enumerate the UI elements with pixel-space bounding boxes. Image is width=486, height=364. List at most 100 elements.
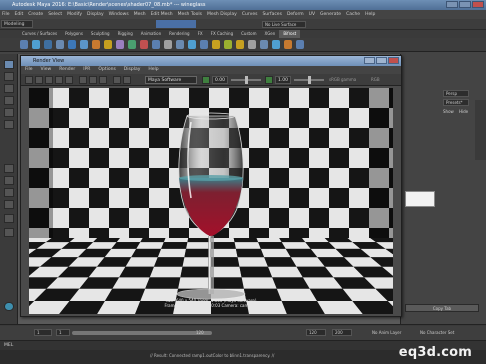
shelf-tool-icon[interactable] — [116, 40, 124, 49]
animation-end-field[interactable]: 200 — [332, 329, 352, 336]
exposure-slider[interactable] — [231, 76, 261, 84]
shelf-tool-icon[interactable] — [44, 40, 52, 49]
shelf-tab-animation[interactable]: Animation — [137, 30, 165, 38]
show-label[interactable]: Show — [443, 108, 457, 115]
shelf-tab-fx-caching[interactable]: FX Caching — [207, 30, 237, 38]
layout-outliner-icon[interactable] — [4, 200, 14, 209]
maximize-button[interactable] — [459, 1, 471, 8]
minimize-button[interactable] — [446, 1, 458, 8]
rotate-tool-icon[interactable] — [4, 108, 14, 117]
shelf-tool-icon[interactable] — [68, 40, 76, 49]
renderer-dropdown[interactable]: Maya Software — [145, 76, 197, 84]
persp-field[interactable]: Persp — [443, 90, 469, 97]
help-orb-icon[interactable] — [4, 302, 14, 311]
live-surface-field[interactable]: No Live Surface — [262, 21, 306, 28]
menu-uv[interactable]: UV — [309, 10, 315, 19]
menu-mesh[interactable]: Mesh — [134, 10, 146, 19]
shelf-tool-icon[interactable] — [140, 40, 148, 49]
shelf-tool-icon[interactable] — [32, 40, 40, 49]
shelf-tool-icon[interactable] — [212, 40, 220, 49]
menu-help[interactable]: Help — [365, 10, 375, 19]
menu-select[interactable]: Select — [48, 10, 62, 19]
shelf-tab-curves-surfaces[interactable]: Curves / Surfaces — [18, 30, 61, 38]
layout-four-icon[interactable] — [4, 176, 14, 185]
view-transform-label[interactable]: sRGB gamma — [329, 76, 363, 84]
color-management-icon[interactable] — [202, 76, 210, 84]
rv-menu-help[interactable]: Help — [148, 66, 158, 74]
rv-menu-view[interactable]: View — [41, 66, 52, 74]
character-set-field[interactable]: No Character Set — [420, 329, 470, 336]
rv-menu-options[interactable]: Options — [98, 66, 115, 74]
shelf-tool-icon[interactable] — [260, 40, 268, 49]
playback-end-field[interactable]: 120 — [306, 329, 326, 336]
layout-single-icon[interactable] — [4, 164, 14, 173]
shelf-tab-fx[interactable]: FX — [194, 30, 207, 38]
shelf-tab-rigging[interactable]: Rigging — [114, 30, 137, 38]
shelf-tab-custom[interactable]: Custom — [237, 30, 260, 38]
shelf-tool-icon[interactable] — [20, 40, 28, 49]
shelf-tool-icon[interactable] — [80, 40, 88, 49]
lasso-tool-icon[interactable] — [4, 72, 14, 81]
menu-cache[interactable]: Cache — [346, 10, 360, 19]
frame-type-label[interactable]: RGB — [371, 76, 397, 84]
shelf-tool-icon[interactable] — [188, 40, 196, 49]
menu-curves[interactable]: Curves — [242, 10, 258, 19]
menu-display[interactable]: Display — [87, 10, 104, 19]
menu-mesh-tools[interactable]: Mesh Tools — [178, 10, 202, 19]
shelf-tool-icon[interactable] — [128, 40, 136, 49]
remove-image-icon[interactable] — [123, 76, 131, 84]
rv-menu-display[interactable]: Display — [124, 66, 141, 74]
menu-deform[interactable]: Deform — [287, 10, 304, 19]
shelf-tool-icon[interactable] — [248, 40, 256, 49]
presets-button[interactable]: Presets* — [443, 99, 469, 106]
rv-menu-ipr[interactable]: IPR — [83, 66, 90, 74]
scale-tool-icon[interactable] — [4, 120, 14, 129]
refresh-ipr-icon[interactable] — [65, 76, 73, 84]
shelf-tool-icon[interactable] — [176, 40, 184, 49]
menu-surfaces[interactable]: Surfaces — [262, 10, 282, 19]
real-size-icon[interactable] — [99, 76, 107, 84]
close-button[interactable] — [472, 1, 484, 8]
shelf-tool-icon[interactable] — [92, 40, 100, 49]
hide-label[interactable]: Hide — [459, 108, 473, 115]
shelf-tool-icon[interactable] — [200, 40, 208, 49]
attribute-editor-tab[interactable] — [475, 100, 486, 160]
snapshot-icon[interactable] — [45, 76, 53, 84]
shelf-tool-icon[interactable] — [236, 40, 244, 49]
menu-mesh-display[interactable]: Mesh Display — [207, 10, 237, 19]
rv-menu-file[interactable]: File — [25, 66, 33, 74]
start-frame-field[interactable]: 1 — [34, 329, 52, 336]
menu-modify[interactable]: Modify — [67, 10, 82, 19]
ipr-render-icon[interactable] — [55, 76, 63, 84]
select-tool-icon[interactable] — [4, 60, 14, 69]
playback-start-field[interactable]: 1 — [56, 329, 70, 336]
shelf-tool-icon[interactable] — [272, 40, 280, 49]
anim-layer-field[interactable]: No Anim Layer — [372, 329, 412, 336]
shelf-tab-sculpting[interactable]: Sculpting — [87, 30, 114, 38]
gamma-field[interactable]: 1.00 — [275, 76, 291, 84]
render-image[interactable]: size: 640 x 540 zoom: 1.000 (Maya Softwa… — [29, 88, 393, 314]
mode-dropdown[interactable]: Modeling — [1, 20, 33, 28]
menu-generate[interactable]: Generate — [320, 10, 341, 19]
shelf-tool-icon[interactable] — [224, 40, 232, 49]
redo-render-icon[interactable] — [25, 76, 33, 84]
keep-image-icon[interactable] — [113, 76, 121, 84]
mel-label[interactable]: MEL — [4, 343, 13, 348]
rgb-channels-icon[interactable] — [79, 76, 87, 84]
rv-maximize-button[interactable] — [376, 57, 387, 64]
menu-windows[interactable]: Windows — [109, 10, 129, 19]
shelf-tool-icon[interactable] — [296, 40, 304, 49]
move-tool-icon[interactable] — [4, 96, 14, 105]
shelf-tab-rendering[interactable]: Rendering — [165, 30, 193, 38]
layout-script-icon[interactable] — [4, 228, 14, 237]
layout-graph-icon[interactable] — [4, 214, 14, 223]
exposure-field[interactable]: 0.00 — [212, 76, 228, 84]
rv-minimize-button[interactable] — [364, 57, 375, 64]
layout-two-icon[interactable] — [4, 188, 14, 197]
render-toolbar-group[interactable] — [156, 20, 196, 28]
render-region-icon[interactable] — [35, 76, 43, 84]
menu-edit[interactable]: Edit — [15, 10, 24, 19]
rv-menu-render[interactable]: Render — [59, 66, 75, 74]
rv-close-button[interactable] — [388, 57, 399, 64]
shelf-tool-icon[interactable] — [152, 40, 160, 49]
